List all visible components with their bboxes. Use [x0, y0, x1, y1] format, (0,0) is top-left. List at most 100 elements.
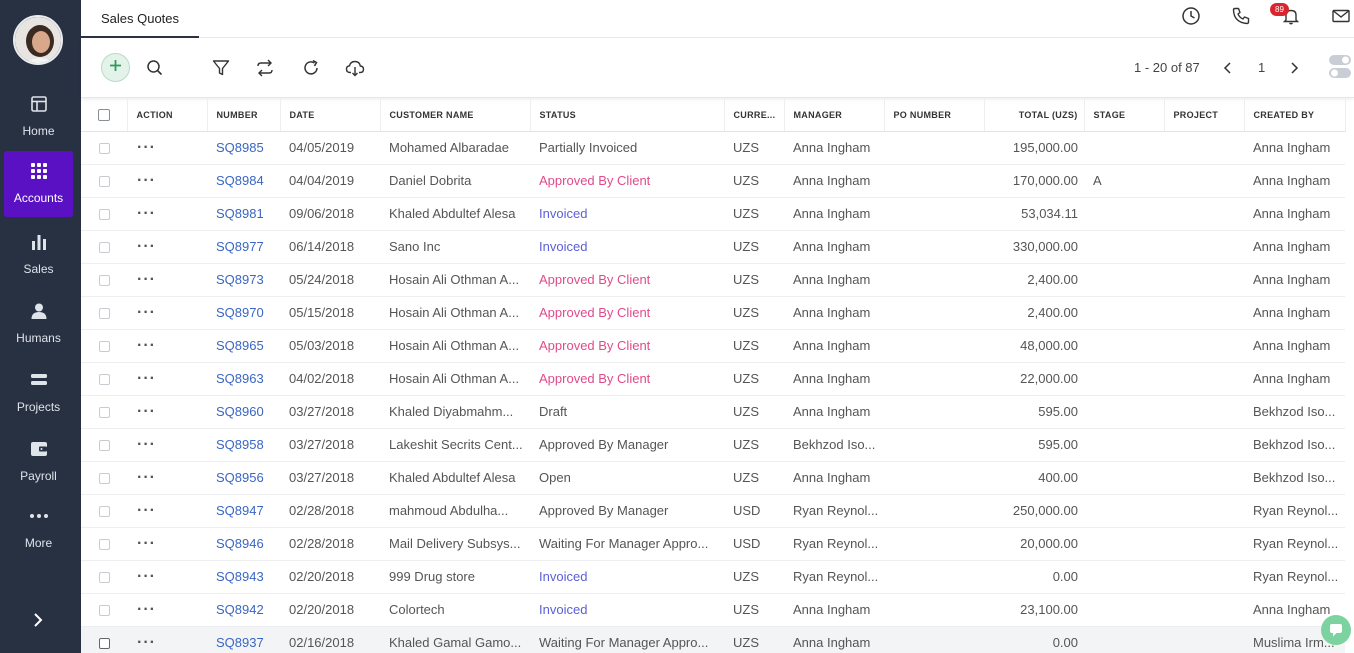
table-row[interactable]: ··· SQ8942 02/20/2018 Colortech Invoiced UZS A… — [81, 593, 1345, 627]
refresh-icon[interactable] — [301, 58, 321, 78]
avatar[interactable] — [13, 15, 63, 65]
row-action-menu[interactable]: ··· — [127, 164, 207, 198]
row-checkbox[interactable] — [81, 593, 127, 627]
table-row[interactable]: ··· SQ8981 09/06/2018 Khaled Abdultef Alesa… — [81, 197, 1345, 231]
sidebar-item-more[interactable]: More — [4, 496, 73, 562]
row-number-link[interactable]: SQ8981 — [207, 197, 280, 231]
table-row[interactable]: ··· SQ8956 03/27/2018 Khaled Abdultef Alesa… — [81, 461, 1345, 495]
table-row[interactable]: ··· SQ8973 05/24/2018 Hosain Ali Othman A..… — [81, 263, 1345, 297]
row-number-link[interactable]: SQ8943 — [207, 560, 280, 594]
row-action-menu[interactable]: ··· — [127, 560, 207, 594]
column-header-action[interactable]: ACTION — [127, 99, 208, 132]
add-quote-button[interactable] — [101, 53, 130, 82]
table-row[interactable]: ··· SQ8985 04/05/2019 Mohamed Albaradae Part… — [81, 131, 1345, 165]
row-number-link[interactable]: SQ8946 — [207, 527, 280, 561]
row-number-link[interactable]: SQ8965 — [207, 329, 280, 363]
table-row[interactable]: ··· SQ8984 04/04/2019 Daniel Dobrita Approve… — [81, 164, 1345, 198]
sidebar-item-sales[interactable]: Sales — [4, 222, 73, 288]
row-action-menu[interactable]: ··· — [127, 395, 207, 429]
sidebar-item-accounts[interactable]: Accounts — [4, 151, 73, 217]
sidebar-item-humans[interactable]: Humans — [4, 291, 73, 357]
row-number-link[interactable]: SQ8963 — [207, 362, 280, 396]
row-checkbox[interactable] — [81, 428, 127, 462]
row-checkbox[interactable] — [81, 461, 127, 495]
row-checkbox[interactable] — [81, 626, 127, 653]
sidebar-item-home[interactable]: Home — [4, 84, 73, 150]
cloud-download-icon[interactable] — [345, 58, 365, 78]
select-all-checkbox[interactable] — [81, 99, 128, 132]
chat-bubble-icon[interactable] — [1321, 615, 1351, 645]
row-checkbox[interactable] — [81, 230, 127, 264]
row-number-link[interactable]: SQ8985 — [207, 131, 280, 165]
row-number-link[interactable]: SQ8937 — [207, 626, 280, 653]
row-checkbox[interactable] — [81, 395, 127, 429]
row-checkbox[interactable] — [81, 263, 127, 297]
row-action-menu[interactable]: ··· — [127, 494, 207, 528]
column-header-status[interactable]: STATUS — [530, 99, 725, 132]
column-header-currency[interactable]: CURRE... — [724, 99, 785, 132]
table-row[interactable]: ··· SQ8965 05/03/2018 Hosain Ali Othman A..… — [81, 329, 1345, 363]
row-number-link[interactable]: SQ8977 — [207, 230, 280, 264]
row-number-link[interactable]: SQ8947 — [207, 494, 280, 528]
table-row[interactable]: ··· SQ8937 02/16/2018 Khaled Gamal Gamo... W… — [81, 626, 1345, 653]
column-header-total[interactable]: TOTAL (UZS) — [984, 99, 1085, 132]
row-action-menu[interactable]: ··· — [127, 626, 207, 653]
table-row[interactable]: ··· SQ8958 03/27/2018 Lakeshit Secrits Cent… — [81, 428, 1345, 462]
row-number-link[interactable]: SQ8942 — [207, 593, 280, 627]
table-row[interactable]: ··· SQ8977 06/14/2018 Sano Inc Invoiced UZS An… — [81, 230, 1345, 264]
current-page-number[interactable]: 1 — [1258, 60, 1265, 75]
table-row[interactable]: ··· SQ8943 02/20/2018 999 Drug store Invoice… — [81, 560, 1345, 594]
table-row[interactable]: ··· SQ8947 02/28/2018 mahmoud Abdulha... App… — [81, 494, 1345, 528]
filter-icon[interactable] — [211, 58, 231, 78]
row-action-menu[interactable]: ··· — [127, 461, 207, 495]
column-header-po-number[interactable]: PO NUMBER — [884, 99, 985, 132]
row-checkbox[interactable] — [81, 362, 127, 396]
column-header-stage[interactable]: STAGE — [1084, 99, 1165, 132]
prev-page-chevron-icon[interactable] — [1220, 60, 1236, 76]
row-action-menu[interactable]: ··· — [127, 263, 207, 297]
row-action-menu[interactable]: ··· — [127, 329, 207, 363]
history-clock-icon[interactable] — [1181, 6, 1201, 26]
row-checkbox[interactable] — [81, 329, 127, 363]
row-number-link[interactable]: SQ8973 — [207, 263, 280, 297]
row-number-link[interactable]: SQ8960 — [207, 395, 280, 429]
row-number-link[interactable]: SQ8984 — [207, 164, 280, 198]
row-number-link[interactable]: SQ8958 — [207, 428, 280, 462]
row-action-menu[interactable]: ··· — [127, 230, 207, 264]
column-header-date[interactable]: DATE — [280, 99, 381, 132]
row-checkbox[interactable] — [81, 164, 127, 198]
table-row[interactable]: ··· SQ8946 02/28/2018 Mail Delivery Subsys.… — [81, 527, 1345, 561]
tab-sales-quotes[interactable]: Sales Quotes — [81, 0, 199, 38]
column-header-manager[interactable]: MANAGER — [784, 99, 885, 132]
row-action-menu[interactable]: ··· — [127, 296, 207, 330]
swap-icon[interactable] — [255, 58, 275, 78]
row-action-menu[interactable]: ··· — [127, 428, 207, 462]
sidebar-item-projects[interactable]: Projects — [4, 360, 73, 426]
search-icon[interactable] — [145, 58, 165, 78]
row-checkbox[interactable] — [81, 527, 127, 561]
row-number-link[interactable]: SQ8956 — [207, 461, 280, 495]
view-toggle-icon[interactable] — [1328, 54, 1352, 80]
row-checkbox[interactable] — [81, 197, 127, 231]
column-header-customer-name[interactable]: CUSTOMER NAME — [380, 99, 531, 132]
row-checkbox[interactable] — [81, 560, 127, 594]
row-number-link[interactable]: SQ8970 — [207, 296, 280, 330]
column-header-created-by[interactable]: CREATED BY — [1244, 99, 1346, 132]
table-row[interactable]: ··· SQ8963 04/02/2018 Hosain Ali Othman A..… — [81, 362, 1345, 396]
mail-icon[interactable] — [1331, 6, 1351, 26]
table-row[interactable]: ··· SQ8960 03/27/2018 Khaled Diyabmahm... Dr… — [81, 395, 1345, 429]
row-action-menu[interactable]: ··· — [127, 131, 207, 165]
row-checkbox[interactable] — [81, 131, 127, 165]
row-action-menu[interactable]: ··· — [127, 197, 207, 231]
row-checkbox[interactable] — [81, 296, 127, 330]
phone-icon[interactable] — [1231, 6, 1251, 26]
sidebar-item-payroll[interactable]: Payroll — [4, 429, 73, 495]
expand-sidebar-chevron-icon[interactable] — [28, 610, 48, 630]
row-action-menu[interactable]: ··· — [127, 593, 207, 627]
column-header-number[interactable]: NUMBER — [207, 99, 281, 132]
row-action-menu[interactable]: ··· — [127, 362, 207, 396]
column-header-project[interactable]: PROJECT — [1164, 99, 1245, 132]
row-checkbox[interactable] — [81, 494, 127, 528]
next-page-chevron-icon[interactable] — [1286, 60, 1302, 76]
table-row[interactable]: ··· SQ8970 05/15/2018 Hosain Ali Othman A..… — [81, 296, 1345, 330]
